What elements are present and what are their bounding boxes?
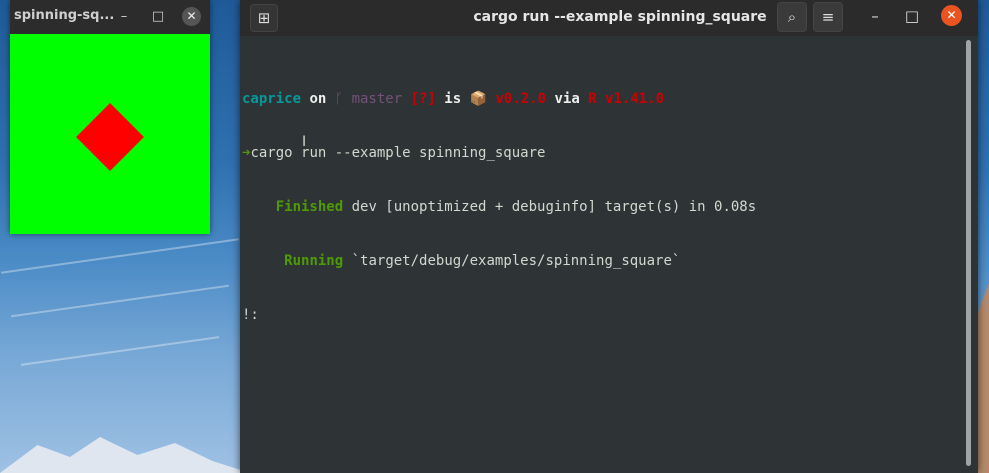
cloud-streak [1, 238, 239, 274]
close-icon[interactable]: ✕ [182, 7, 201, 26]
cloud-streak [20, 336, 220, 366]
prompt-directory: caprice [242, 91, 302, 107]
prompt-via: via [546, 91, 589, 107]
input-line[interactable]: !: [242, 306, 962, 324]
prompt-branch: master [343, 91, 411, 107]
text-cursor-icon: I [302, 134, 307, 150]
running-label: Running [284, 253, 344, 269]
package-icon: 📦 [469, 91, 488, 107]
finished-label: Finished [275, 199, 344, 215]
prompt-line: caprice on ᚴ master [?] is 📦 v0.2.0 via … [242, 90, 962, 108]
command-text: cargo run --example spinning_square [250, 145, 546, 161]
hamburger-menu-icon[interactable]: ≡ [813, 2, 843, 32]
search-icon[interactable]: ⌕ [777, 2, 807, 32]
terminal-title: cargo run --example spinning_square [473, 9, 767, 25]
rust-icon: R [588, 91, 597, 107]
running-text: `target/debug/examples/spinning_square` [343, 253, 681, 269]
app-window-title: spinning-sq... [14, 8, 115, 23]
terminal-output[interactable]: caprice on ᚴ master [?] is 📦 v0.2.0 via … [242, 54, 962, 360]
maximize-icon[interactable]: □ [148, 7, 168, 27]
maximize-icon[interactable]: □ [898, 2, 926, 30]
prompt-package-version: v0.2.0 [487, 91, 547, 107]
minimize-icon[interactable]: – [114, 7, 134, 27]
git-branch-icon: ᚴ [334, 91, 344, 107]
finished-line: Finished dev [unoptimized + debuginfo] t… [242, 198, 962, 216]
command-line: ➜cargo run --example spinning_square [242, 144, 962, 162]
mountain-left [0, 437, 250, 473]
terminal-titlebar[interactable]: ⊞ cargo run --example spinning_square ⌕ … [240, 0, 978, 36]
input-prompt: !: [242, 307, 259, 323]
terminal-window[interactable]: ⊞ cargo run --example spinning_square ⌕ … [240, 0, 978, 473]
spinning-square-window[interactable]: spinning-sq... – □ ✕ [10, 0, 210, 234]
prompt-is: is [435, 91, 470, 107]
terminal-scrollbar[interactable] [966, 40, 971, 466]
app-titlebar[interactable]: spinning-sq... – □ ✕ [10, 0, 210, 34]
prompt-on: on [301, 91, 335, 107]
running-line: Running `target/debug/examples/spinning_… [242, 252, 962, 270]
new-tab-icon[interactable]: ⊞ [250, 4, 278, 32]
prompt-rust-version: v1.41.0 [596, 91, 665, 107]
minimize-icon[interactable]: – [861, 2, 889, 30]
cloud-streak [10, 284, 230, 318]
close-icon[interactable]: ✕ [941, 5, 962, 26]
prompt-git-status: [?] [410, 91, 436, 107]
finished-text: dev [unoptimized + debuginfo] target(s) … [343, 199, 757, 215]
